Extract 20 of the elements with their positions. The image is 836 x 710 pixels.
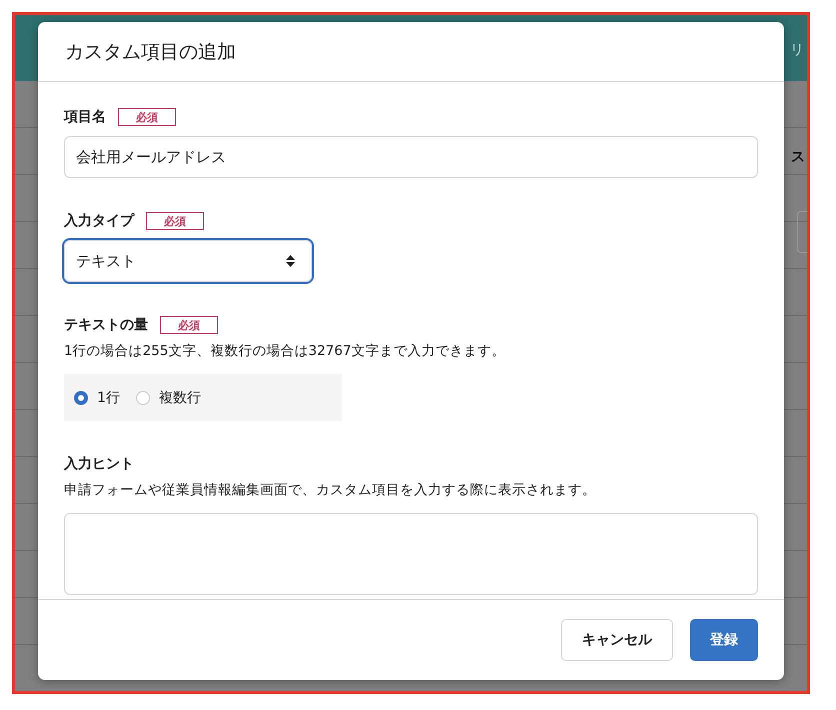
textarea-field[interactable] <box>64 513 758 595</box>
required-badge: 必須 <box>146 212 204 230</box>
select-field[interactable]: テキスト <box>64 240 312 282</box>
help-text: 申請フォームや従業員情報編集画面で、カスタム項目を入力する際に表示されます。 <box>64 481 597 499</box>
radio-option[interactable]: 1行 <box>74 388 120 406</box>
field-label: 入力ヒント <box>64 455 134 473</box>
field-label: テキストの量 <box>64 316 148 334</box>
help-text: 1行の場合は255文字、複数行の場合は32767文字まで入力できます。 <box>64 342 506 360</box>
input-field[interactable]: 会社用メールアドレス <box>64 136 758 178</box>
register-button[interactable]: 登録 <box>690 619 758 661</box>
field-label: 入力タイプ <box>64 212 134 230</box>
field-label: 項目名 <box>64 108 106 126</box>
required-badge: 必須 <box>118 108 176 126</box>
radio-option[interactable]: 複数行 <box>136 388 201 406</box>
up-down-caret-icon <box>286 255 295 267</box>
dialog-title: カスタム項目の追加 <box>65 40 236 64</box>
header-text: リ <box>790 41 804 59</box>
required-badge: 必須 <box>160 316 218 334</box>
cancel-button[interactable]: キャンセル <box>561 619 673 661</box>
column-header-text: ス <box>791 148 805 166</box>
